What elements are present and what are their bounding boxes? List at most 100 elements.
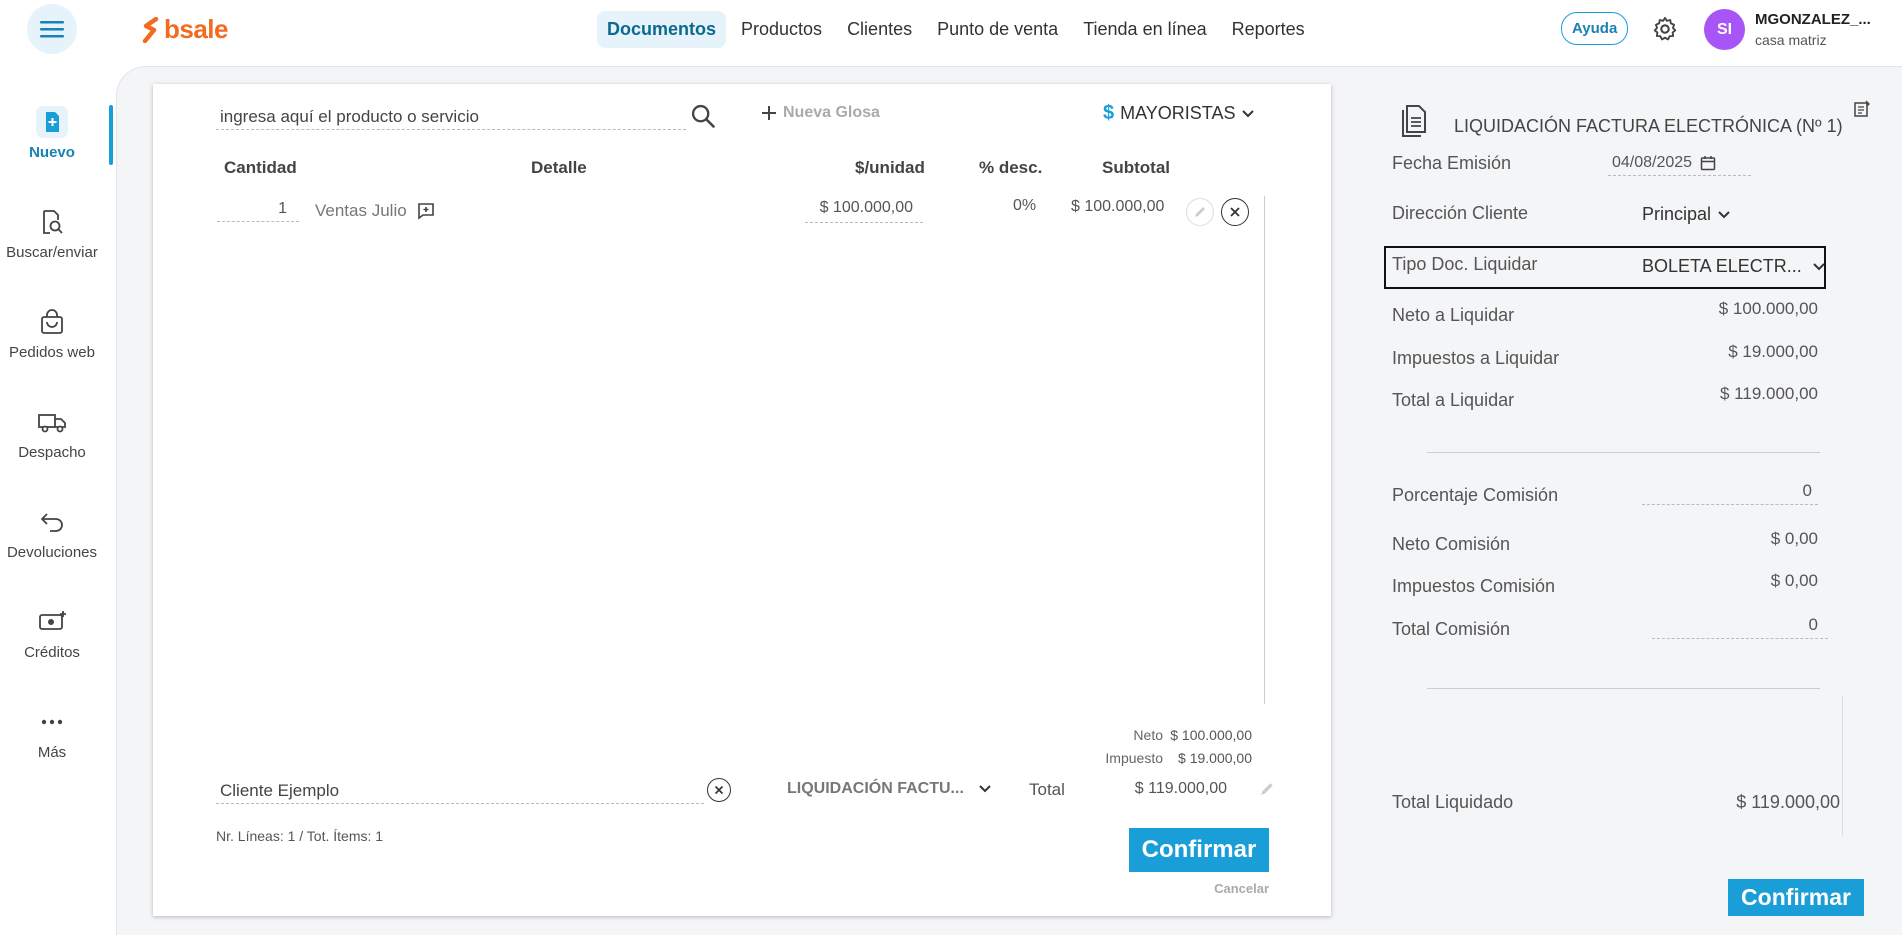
new-gloss-label: Nueva Glosa	[783, 104, 880, 121]
document-type-selector[interactable]: LIQUIDACIÓN FACTU...	[787, 780, 992, 798]
sidebar-label-devoluciones: Devoluciones	[6, 544, 98, 561]
fecha-emision-value: 04/08/2025	[1612, 153, 1693, 171]
help-button[interactable]: Ayuda	[1561, 12, 1629, 45]
user-branch: casa matriz	[1755, 32, 1827, 48]
sidebar-item-despacho[interactable]: Despacho	[0, 406, 104, 461]
lines-summary: Nr. Líneas: 1 / Tot. Ítems: 1	[216, 828, 384, 844]
impuestos-comision-value: $ 0,00	[1770, 571, 1818, 590]
brand-name: bsale	[164, 14, 229, 44]
search-icon	[691, 104, 715, 128]
plus-icon	[762, 106, 776, 120]
tipo-doc-liquidar-value: BOLETA ELECTR...	[1642, 256, 1802, 276]
line-detail-text: Ventas Julio	[315, 201, 407, 220]
return-arrow-icon	[41, 513, 63, 532]
fecha-emision-input[interactable]: 04/08/2025	[1608, 150, 1751, 176]
tipo-doc-liquidar-selector[interactable]: BOLETA ELECTR...	[1642, 256, 1826, 277]
calendar-icon	[1700, 155, 1716, 170]
line-detail[interactable]: Ventas Julio	[315, 201, 435, 221]
menu-button[interactable]	[27, 4, 77, 54]
sidebar-label-despacho: Despacho	[18, 444, 86, 461]
sidebar-item-mas[interactable]: Más	[0, 706, 104, 761]
impuestos-liquidar-label: Impuestos a Liquidar	[1392, 348, 1560, 368]
summary-divider	[1427, 452, 1820, 453]
notes-icon[interactable]	[1853, 100, 1871, 118]
line-unit-price-input[interactable]: $ 100.000,00	[805, 199, 923, 223]
column-header-quantity: Cantidad	[224, 158, 297, 177]
new-gloss-button[interactable]: Nueva Glosa	[761, 104, 880, 122]
settings-button[interactable]	[1651, 15, 1679, 48]
fecha-emision-label: Fecha Emisión	[1392, 153, 1512, 173]
direccion-cliente-selector[interactable]: Principal	[1642, 204, 1731, 225]
confirm-button[interactable]: Confirmar	[1129, 828, 1269, 872]
column-header-discount: % desc.	[979, 158, 1043, 177]
nav-tienda-en-linea[interactable]: Tienda en línea	[1073, 11, 1216, 48]
sidebar-label-creditos: Créditos	[24, 644, 80, 661]
sidebar-item-nuevo[interactable]: Nuevo	[0, 106, 104, 161]
column-header-subtotal: Subtotal	[1102, 158, 1170, 177]
direccion-cliente-value: Principal	[1642, 204, 1712, 224]
summary-confirm-button[interactable]: Confirmar	[1728, 879, 1864, 916]
pencil-icon	[1261, 783, 1273, 795]
totals-tax-value: $ 19.000,00	[1178, 750, 1252, 766]
close-icon	[714, 785, 724, 795]
user-name[interactable]: MGONZALEZ_...	[1755, 11, 1871, 28]
total-edit-button[interactable]	[1259, 781, 1275, 802]
line-delete-button[interactable]	[1221, 198, 1249, 226]
total-liquidado-value: $ 119.000,00	[1736, 792, 1840, 812]
user-avatar[interactable]: SI	[1704, 9, 1745, 50]
totals-neto-label: Neto	[1133, 727, 1163, 743]
line-edit-button[interactable]	[1186, 198, 1214, 226]
cancel-link[interactable]: Cancelar	[1177, 881, 1269, 896]
column-header-detail: Detalle	[531, 158, 587, 177]
impuestos-liquidar-value: $ 19.000,00	[1728, 342, 1818, 361]
sidebar-item-devoluciones[interactable]: Devoluciones	[0, 506, 104, 561]
nav-clientes[interactable]: Clientes	[837, 11, 922, 48]
shopping-bag-icon	[41, 309, 63, 334]
total-liquidar-label: Total a Liquidar	[1392, 390, 1515, 410]
chevron-down-icon	[979, 785, 991, 793]
nav-punto-de-venta[interactable]: Punto de venta	[927, 11, 1068, 48]
lines-scrollbar-track	[1264, 196, 1265, 704]
settlement-summary-panel: LIQUIDACIÓN FACTURA ELECTRÓNICA (Nº 1) F…	[1380, 84, 1902, 935]
porcentaje-comision-input[interactable]: 0	[1642, 481, 1818, 505]
nav-documentos[interactable]: Documentos	[597, 11, 727, 48]
main-nav: Documentos Productos Clientes Punto de v…	[597, 11, 1320, 48]
sidebar-label-buscar-enviar: Buscar/enviar	[6, 244, 98, 261]
column-header-unit-price: $/unidad	[855, 158, 925, 177]
total-comision-input[interactable]: 0	[1652, 615, 1828, 639]
product-search-input[interactable]: ingresa aquí el producto o servicio	[216, 104, 686, 130]
more-dots-icon	[41, 719, 63, 725]
sidebar-item-pedidos-web[interactable]: Pedidos web	[0, 306, 104, 361]
neto-liquidar-value: $ 100.000,00	[1718, 299, 1818, 318]
brand-logo[interactable]: bsale	[142, 14, 229, 45]
neto-liquidar-label: Neto a Liquidar	[1392, 305, 1515, 325]
chevron-down-icon	[1718, 210, 1730, 218]
neto-comision-label: Neto Comisión	[1392, 534, 1511, 554]
nav-productos[interactable]: Productos	[731, 11, 832, 48]
tipo-doc-liquidar-label: Tipo Doc. Liquidar	[1392, 254, 1538, 274]
add-comment-icon[interactable]	[417, 202, 435, 220]
price-list-value: MAYORISTAS	[1120, 103, 1236, 123]
total-liquidado-label: Total Liquidado	[1392, 792, 1514, 812]
client-clear-button[interactable]	[707, 778, 731, 802]
summary-scroll-track	[1842, 696, 1843, 836]
impuestos-comision-label: Impuestos Comisión	[1392, 576, 1556, 596]
pencil-icon	[1195, 207, 1205, 217]
line-discount[interactable]: 0%	[1013, 197, 1036, 215]
summary-divider	[1427, 688, 1820, 689]
sidebar-label-mas: Más	[37, 744, 67, 761]
line-quantity-input[interactable]: 1	[217, 200, 299, 222]
nav-reportes[interactable]: Reportes	[1222, 11, 1315, 48]
client-input[interactable]: Cliente Ejemplo	[216, 778, 704, 804]
totals-neto-value: $ 100.000,00	[1170, 727, 1252, 743]
direccion-cliente-label: Dirección Cliente	[1392, 203, 1529, 223]
chevron-down-icon	[1813, 262, 1825, 270]
neto-comision-value: $ 0,00	[1770, 529, 1818, 548]
sidebar-item-buscar-enviar[interactable]: Buscar/enviar	[0, 206, 104, 261]
total-value: $ 119.000,00	[1134, 780, 1227, 797]
gear-icon	[1653, 16, 1677, 41]
price-list-selector[interactable]: $ MAYORISTAS	[1103, 102, 1255, 125]
search-button[interactable]	[689, 102, 717, 135]
sidebar-item-creditos[interactable]: Créditos	[0, 606, 104, 661]
top-bar: bsale Documentos Productos Clientes Punt…	[0, 0, 1902, 60]
